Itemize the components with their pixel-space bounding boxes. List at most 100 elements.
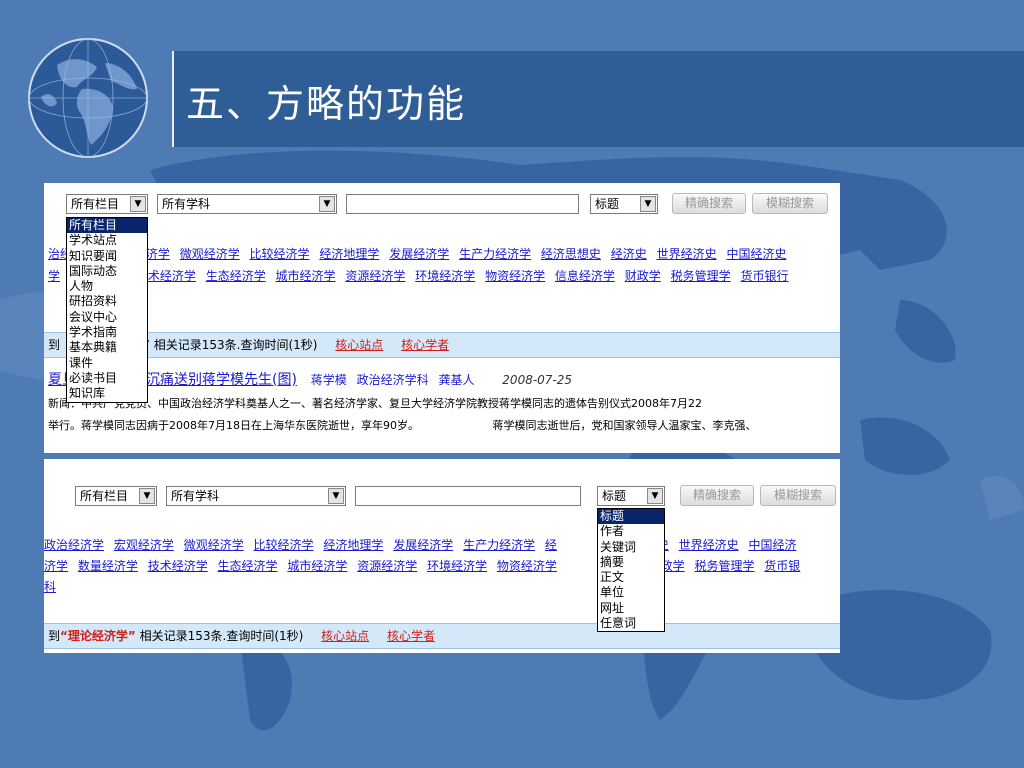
result-snippet: 举行。蒋学模同志因病于2008年7月18日在上海华东医院逝世，享年90岁。 蒋学… — [48, 417, 757, 433]
dropdown-option[interactable]: 学术指南 — [67, 325, 147, 340]
dropdown-option[interactable]: 研招资料 — [67, 294, 147, 309]
subject-link[interactable]: 生产力经济学 — [459, 247, 531, 261]
chevron-down-icon[interactable]: ▼ — [640, 196, 656, 212]
subject-link[interactable]: 学 — [48, 269, 60, 283]
dropdown-option[interactable]: 关键词 — [598, 540, 664, 555]
dropdown-option[interactable]: 知识库 — [67, 386, 147, 401]
subject-links-row: 治经 济学 微观经济学 比较经济学 经济地理学 发展经济学 生产力经济学 经济思… — [48, 244, 792, 265]
subject-link[interactable]: 微观经济学 — [180, 247, 240, 261]
slide-title: 五、方略的功能 — [186, 82, 467, 126]
fuzzy-search-button[interactable]: 模糊搜索 — [752, 193, 828, 214]
result-title[interactable]: 沉痛送别蒋学模先生(图) — [146, 372, 297, 388]
subject-link[interactable]: 经 — [545, 538, 557, 552]
subject-link[interactable]: 环境经济学 — [427, 559, 487, 573]
result-summary-bar: 到“理论经济学” 相关记录153条.查询时间(1秒) 核心站点 核心学者 — [44, 623, 840, 649]
column-dropdown-list[interactable]: 所有栏目 学术站点 知识要闻 国际动态 人物 研招资料 会议中心 学术指南 基本… — [66, 217, 148, 403]
subject-link[interactable]: 发展经济学 — [393, 538, 453, 552]
globe-icon — [28, 38, 148, 158]
dropdown-option[interactable]: 作者 — [598, 524, 664, 539]
dropdown-option[interactable]: 网址 — [598, 601, 664, 616]
subject-select-value: 所有学科 — [162, 197, 211, 211]
subject-link[interactable]: 信息经济学 — [555, 269, 615, 283]
fuzzy-search-button[interactable]: 模糊搜索 — [760, 485, 836, 506]
subject-link[interactable]: 发展经济学 — [389, 247, 449, 261]
subject-link[interactable]: 政治经济学 — [44, 538, 104, 552]
dropdown-option[interactable]: 任意词 — [598, 616, 664, 631]
subject-link[interactable]: 科 — [44, 580, 56, 594]
subject-link[interactable]: 生态经济学 — [206, 269, 266, 283]
field-select[interactable]: 标题 ▼ — [590, 194, 658, 214]
dropdown-option[interactable]: 学术站点 — [67, 233, 147, 248]
field-dropdown-list[interactable]: 标题 作者 关键词 摘要 正文 单位 网址 任意词 — [597, 508, 665, 633]
subject-link[interactable]: 生产力经济学 — [463, 538, 535, 552]
dropdown-option[interactable]: 所有栏目 — [67, 218, 147, 234]
subject-link[interactable]: 城市经济学 — [287, 559, 347, 573]
subject-link[interactable]: 物资经济学 — [497, 559, 557, 573]
subject-link[interactable]: 税务管理学 — [694, 559, 754, 573]
dropdown-option[interactable]: 知识要闻 — [67, 249, 147, 264]
result-subject[interactable]: 政治经济学科 — [357, 373, 429, 387]
subject-link[interactable]: 比较经济学 — [250, 247, 310, 261]
subject-link[interactable]: 资源经济学 — [345, 269, 405, 283]
subject-link[interactable]: 济学 — [44, 559, 68, 573]
dropdown-option[interactable]: 基本典籍 — [67, 340, 147, 355]
subject-link[interactable]: 数量经济学 — [78, 559, 138, 573]
subject-link[interactable]: 世界经济史 — [657, 247, 717, 261]
dropdown-option[interactable]: 会议中心 — [67, 310, 147, 325]
subject-select-value: 所有学科 — [171, 489, 220, 503]
subject-link[interactable]: 中国经济史 — [726, 247, 786, 261]
column-select[interactable]: 所有栏目 ▼ — [66, 194, 148, 214]
chevron-down-icon[interactable]: ▼ — [328, 488, 344, 504]
result-date: 2008-07-25 — [502, 373, 573, 387]
chevron-down-icon[interactable]: ▼ — [130, 196, 146, 212]
search-screenshot-field-dropdown: 所有栏目 ▼ 所有学科 ▼ 标题 ▼ 精确搜索 模糊搜索 政治经济学 宏观经济学… — [44, 459, 840, 653]
subject-link[interactable]: 财政学 — [625, 269, 661, 283]
result-author[interactable]: 蒋学模 — [311, 373, 347, 387]
subject-link[interactable]: 技术经济学 — [148, 559, 208, 573]
subject-link[interactable]: 经济地理学 — [323, 538, 383, 552]
subject-select[interactable]: 所有学科 ▼ — [166, 486, 346, 506]
chevron-down-icon[interactable]: ▼ — [319, 196, 335, 212]
subject-link[interactable]: 微观经济学 — [184, 538, 244, 552]
subject-link[interactable]: 经济思想史 — [541, 247, 601, 261]
dropdown-option[interactable]: 正文 — [598, 570, 664, 585]
core-sites-link[interactable]: 核心站点 — [335, 338, 383, 352]
subject-links-row: 学 技术经济学 生态经济学 城市经济学 资源经济学 环境经济学 物资经济学 信息… — [48, 266, 794, 287]
subject-link[interactable]: 货币银 — [764, 559, 800, 573]
field-select[interactable]: 标题 ▼ — [597, 486, 665, 506]
dropdown-option[interactable]: 人物 — [67, 279, 147, 294]
subject-link[interactable]: 税务管理学 — [671, 269, 731, 283]
dropdown-option[interactable]: 单位 — [598, 585, 664, 600]
subject-link[interactable]: 中国经济 — [748, 538, 796, 552]
subject-link[interactable]: 经济地理学 — [319, 247, 379, 261]
core-scholars-link[interactable]: 核心学者 — [387, 629, 435, 643]
subject-link[interactable]: 环境经济学 — [415, 269, 475, 283]
subject-link[interactable]: 比较经济学 — [254, 538, 314, 552]
subject-link[interactable]: 济学 — [146, 247, 170, 261]
column-select[interactable]: 所有栏目 ▼ — [75, 486, 157, 506]
dropdown-option[interactable]: 摘要 — [598, 555, 664, 570]
exact-search-button[interactable]: 精确搜索 — [672, 193, 746, 214]
subject-link[interactable]: 生态经济学 — [218, 559, 278, 573]
search-input[interactable] — [355, 486, 581, 506]
subject-select[interactable]: 所有学科 ▼ — [157, 194, 337, 214]
dropdown-option[interactable]: 必读书目 — [67, 371, 147, 386]
subject-link[interactable]: 城市经济学 — [276, 269, 336, 283]
subject-link[interactable]: 资源经济学 — [357, 559, 417, 573]
dropdown-option[interactable]: 标题 — [598, 509, 664, 525]
snippet-text: 举行。蒋学模同志因病于2008年7月18日在上海华东医院逝世，享年90岁。 — [48, 419, 419, 432]
dropdown-option[interactable]: 国际动态 — [67, 264, 147, 279]
subject-link[interactable]: 经济史 — [611, 247, 647, 261]
subject-link[interactable]: 世界经济史 — [679, 538, 739, 552]
exact-search-button[interactable]: 精确搜索 — [680, 485, 754, 506]
subject-link[interactable]: 物资经济学 — [485, 269, 545, 283]
core-sites-link[interactable]: 核心站点 — [321, 629, 369, 643]
chevron-down-icon[interactable]: ▼ — [139, 488, 155, 504]
search-input[interactable] — [346, 194, 579, 214]
core-scholars-link[interactable]: 核心学者 — [401, 338, 449, 352]
chevron-down-icon[interactable]: ▼ — [647, 488, 663, 504]
result-editor[interactable]: 龚基人 — [438, 373, 474, 387]
subject-link[interactable]: 宏观经济学 — [114, 538, 174, 552]
dropdown-option[interactable]: 课件 — [67, 356, 147, 371]
subject-link[interactable]: 货币银行 — [740, 269, 788, 283]
